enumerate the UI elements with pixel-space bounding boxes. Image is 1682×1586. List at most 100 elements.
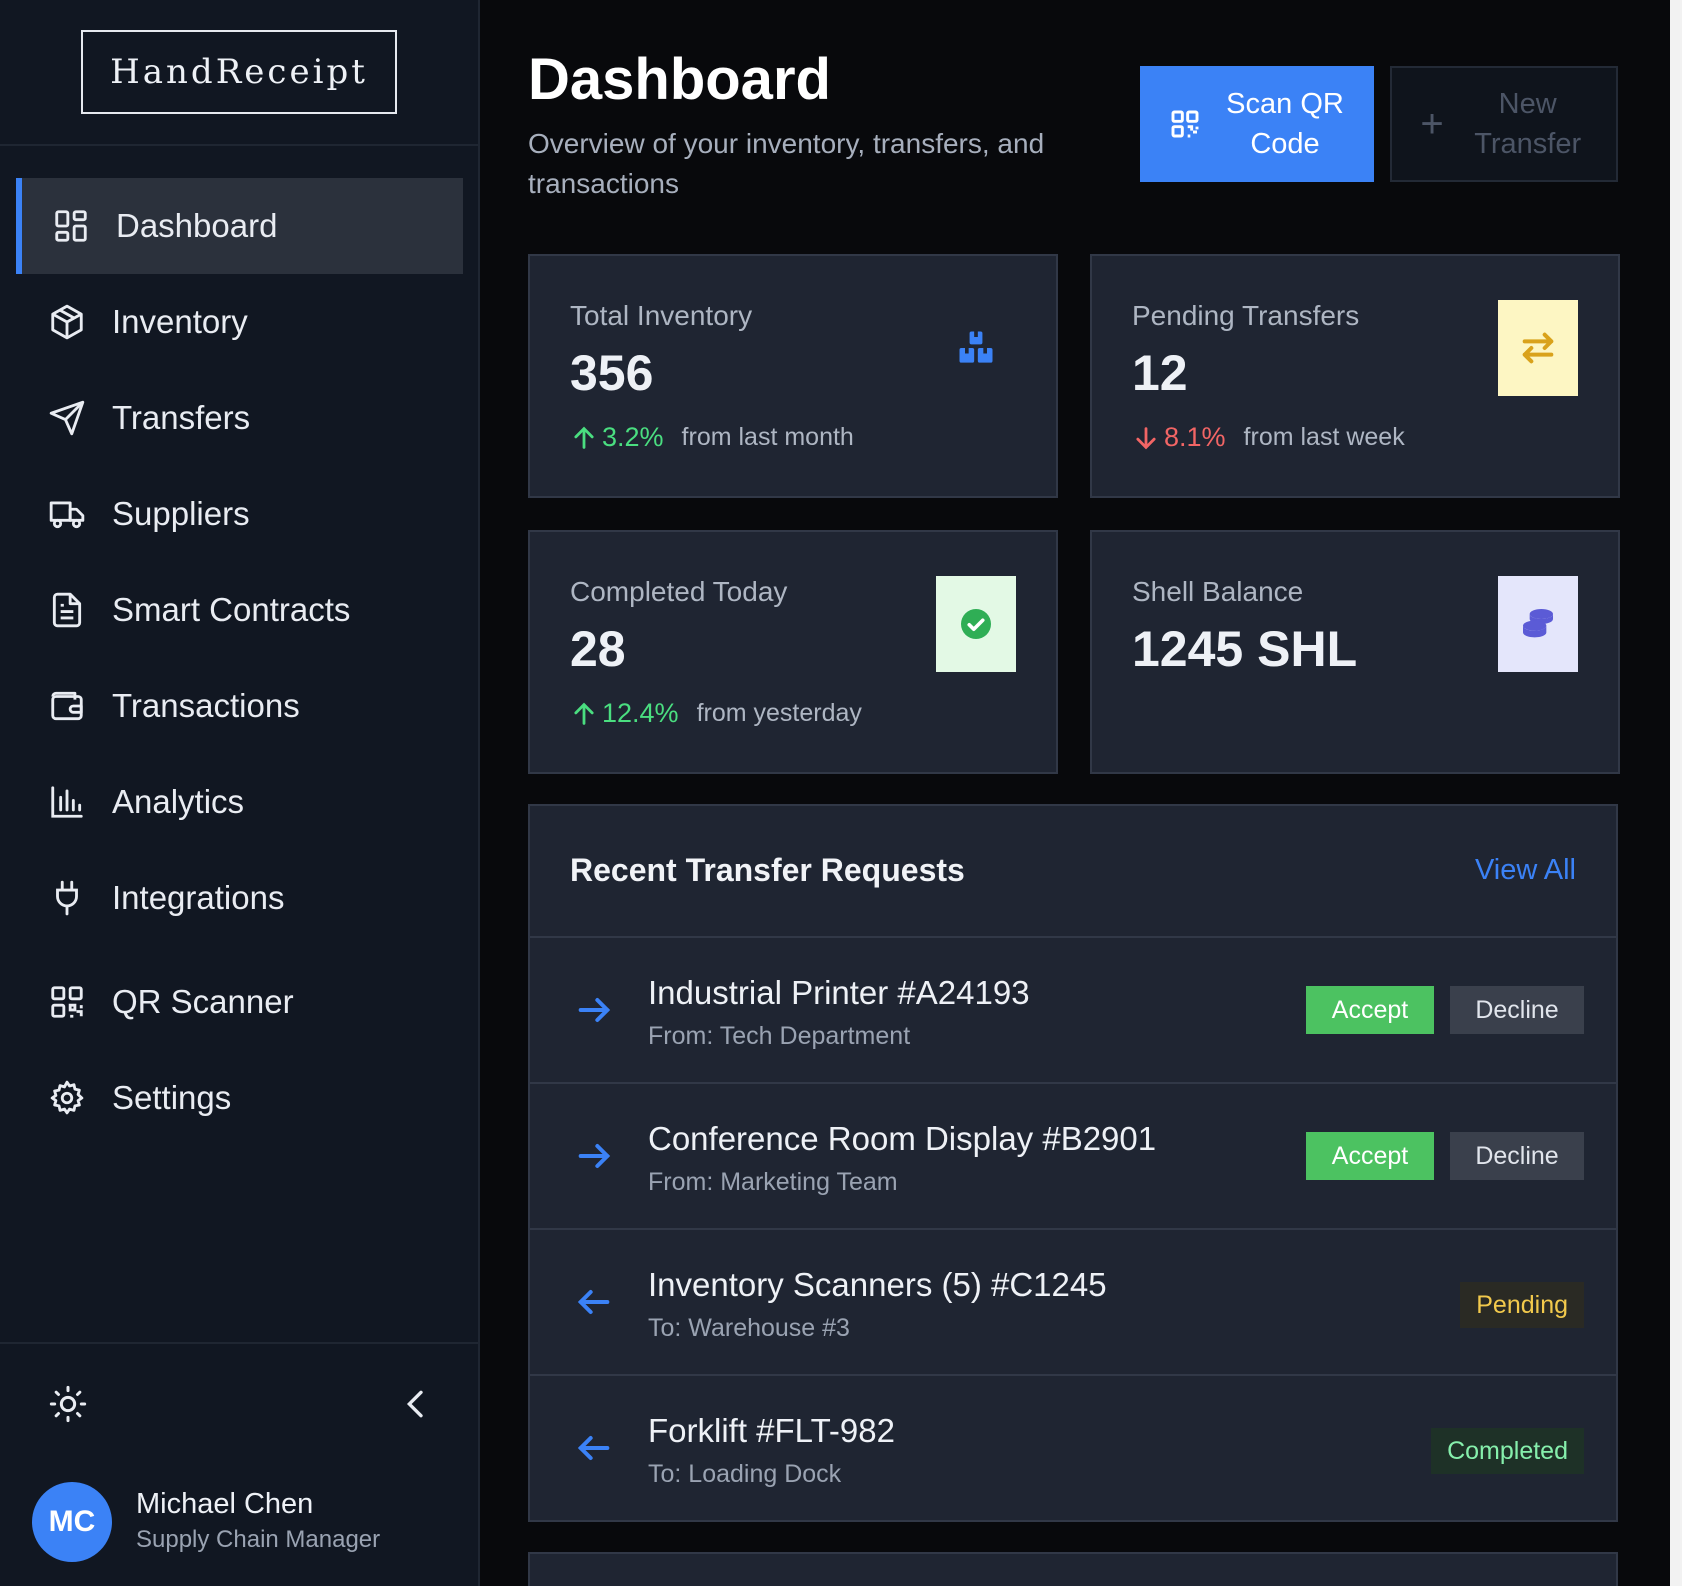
sidebar-item-transfers[interactable]: Transfers [16, 370, 463, 466]
status-badge: Pending [1460, 1282, 1584, 1328]
stat-trend-percent: 3.2% [602, 422, 664, 452]
sidebar-item-settings[interactable]: Settings [16, 1050, 463, 1146]
stat-trend: 8.1% from last week [1132, 422, 1405, 453]
sidebar-item-label: Integrations [112, 879, 285, 916]
stat-trend-note: from yesterday [696, 699, 862, 727]
stat-trend-percent: 8.1% [1164, 422, 1226, 452]
stat-value: 356 [570, 345, 654, 401]
sidebar-item-label: Transactions [112, 687, 300, 724]
sidebar-item-smart-contracts[interactable]: Smart Contracts [16, 562, 463, 658]
stat-trend: 12.4% from yesterday [570, 698, 862, 729]
sidebar-item-label: Settings [112, 1079, 232, 1116]
sun-icon [49, 1385, 87, 1423]
transfer-source: From: Marketing Team [648, 1168, 898, 1196]
accept-button[interactable]: Accept [1306, 986, 1434, 1034]
arrow-left-icon [577, 1436, 610, 1460]
new-transfer-button[interactable]: + New Transfer [1390, 66, 1618, 182]
user-role: Supply Chain Manager [136, 1526, 381, 1553]
recent-transfers-panel: Recent Transfer Requests View All Indust… [528, 804, 1618, 1522]
sidebar-item-label: Dashboard [116, 207, 278, 244]
decline-button[interactable]: Decline [1450, 986, 1584, 1034]
gear-icon [48, 1079, 86, 1117]
next-panel [528, 1552, 1618, 1586]
panel-header: Recent Transfer Requests View All [530, 806, 1616, 938]
stat-trend: 3.2% from last month [570, 422, 854, 453]
sidebar-item-label: Analytics [112, 783, 245, 820]
stat-trend-note: from last month [681, 423, 854, 451]
arrow-right-icon [578, 998, 611, 1022]
plug-icon [48, 879, 86, 917]
avatar[interactable]: MC [32, 1482, 112, 1562]
sidebar-item-qr-scanner[interactable]: QR Scanner [16, 954, 463, 1050]
stat-value: 12 [1132, 345, 1188, 401]
transfer-title: Conference Room Display #B2901 [648, 1120, 1157, 1157]
transfer-source: From: Tech Department [648, 1022, 911, 1050]
logo-area: HandReceipt [0, 0, 478, 146]
sidebar: HandReceipt Dashboard Inventory Transfer… [0, 0, 480, 1586]
check-circle-icon [936, 576, 1016, 672]
document-icon [48, 591, 86, 629]
user-name: Michael Chen [136, 1488, 314, 1520]
stat-label: Shell Balance [1132, 576, 1304, 607]
plus-icon: + [1420, 102, 1444, 146]
scrollbar[interactable] [1670, 0, 1682, 1586]
decline-button[interactable]: Decline [1450, 1132, 1584, 1180]
page-title: Dashboard [528, 47, 831, 112]
stat-card-shell-balance: Shell Balance 1245 SHL [1090, 530, 1620, 774]
stat-value: 28 [570, 621, 626, 677]
arrow-up-icon [574, 426, 594, 449]
sidebar-nav: Dashboard Inventory Transfers Suppliers … [16, 178, 463, 1146]
accept-button[interactable]: Accept [1306, 1132, 1434, 1180]
transfer-destination: To: Loading Dock [648, 1460, 842, 1488]
status-badge: Completed [1431, 1428, 1584, 1474]
sidebar-footer: MC Michael Chen Supply Chain Manager [0, 1342, 478, 1586]
view-all-link[interactable]: View All [1475, 854, 1576, 887]
scan-qr-code-button[interactable]: Scan QR Code [1140, 66, 1374, 182]
stat-label: Completed Today [570, 576, 788, 607]
dashboard-icon [52, 207, 90, 245]
truck-icon [48, 495, 86, 533]
panel-title: Recent Transfer Requests [570, 852, 965, 888]
sidebar-item-inventory[interactable]: Inventory [16, 274, 463, 370]
sidebar-item-integrations[interactable]: Integrations [16, 850, 463, 946]
sidebar-item-dashboard[interactable]: Dashboard [16, 178, 463, 274]
transfer-title: Inventory Scanners (5) #C1245 [648, 1266, 1107, 1303]
sidebar-item-label: QR Scanner [112, 983, 294, 1020]
stat-trend-note: from last week [1243, 423, 1405, 451]
arrow-up-icon [574, 702, 594, 725]
sidebar-item-label: Smart Contracts [112, 591, 351, 628]
stat-trend-percent: 12.4% [602, 698, 679, 728]
chevron-left-icon [406, 1390, 423, 1418]
box-icon [48, 303, 86, 341]
stat-value: 1245 SHL [1132, 621, 1358, 677]
arrow-left-icon [577, 1290, 610, 1314]
sidebar-item-transactions[interactable]: Transactions [16, 658, 463, 754]
boxes-icon [936, 300, 1016, 396]
transfer-row: Conference Room Display #B2901 From: Mar… [530, 1084, 1616, 1230]
transfer-row: Forklift #FLT-982 To: Loading Dock Compl… [530, 1376, 1616, 1522]
sidebar-item-analytics[interactable]: Analytics [16, 754, 463, 850]
theme-toggle-button[interactable] [48, 1384, 88, 1424]
sidebar-item-label: Suppliers [112, 495, 250, 532]
transfer-row: Industrial Printer #A24193 From: Tech De… [530, 938, 1616, 1084]
qr-code-icon [48, 983, 86, 1021]
sidebar-item-label: Inventory [112, 303, 248, 340]
stat-card-pending-transfers: Pending Transfers 12 8.1% from last week [1090, 254, 1620, 498]
wallet-icon [48, 687, 86, 725]
transfer-title: Industrial Printer #A24193 [648, 974, 1030, 1011]
sidebar-item-suppliers[interactable]: Suppliers [16, 466, 463, 562]
qr-code-icon [1171, 110, 1199, 138]
stat-card-completed-today: Completed Today 28 12.4% from yesterday [528, 530, 1058, 774]
app-logo[interactable]: HandReceipt [81, 30, 397, 114]
arrow-down-icon [1136, 426, 1156, 449]
main-content: Dashboard Overview of your inventory, tr… [480, 0, 1682, 1586]
arrow-right-icon [578, 1144, 611, 1168]
bar-chart-icon [48, 783, 86, 821]
scan-qr-code-label: Scan QR Code [1226, 88, 1344, 160]
stat-label: Total Inventory [570, 300, 753, 331]
collapse-sidebar-button[interactable] [396, 1384, 436, 1424]
transfer-title: Forklift #FLT-982 [648, 1412, 895, 1449]
transfer-row: Inventory Scanners (5) #C1245 To: Wareho… [530, 1230, 1616, 1376]
send-icon [48, 399, 86, 437]
swap-icon [1498, 300, 1578, 396]
